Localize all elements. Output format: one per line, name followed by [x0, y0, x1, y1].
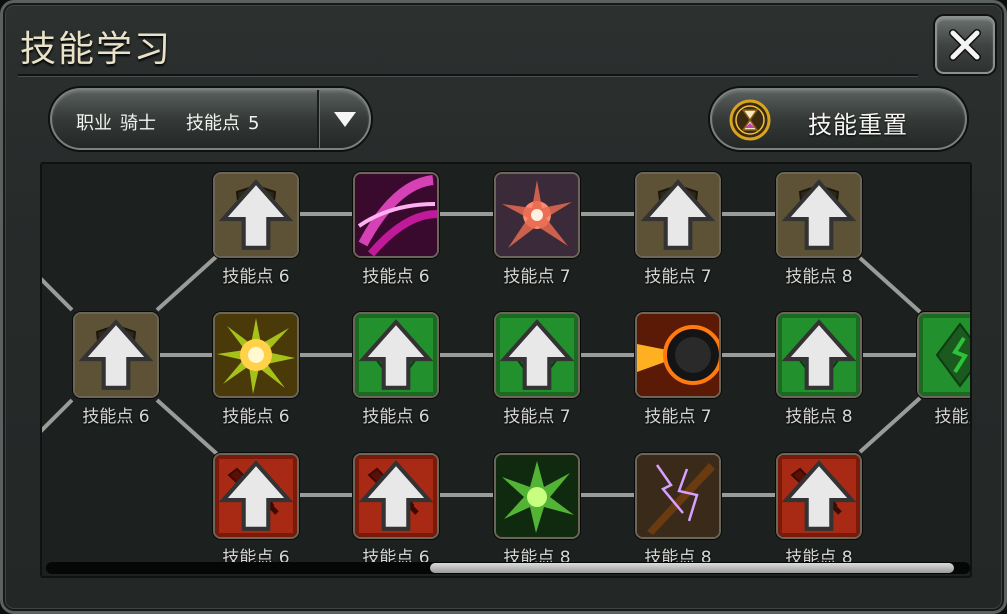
close-icon: [949, 29, 981, 61]
lightning-blade-icon: [637, 455, 719, 537]
skill-node[interactable]: [776, 172, 862, 258]
close-button[interactable]: [935, 16, 995, 74]
skill-node[interactable]: [776, 312, 862, 398]
pink-slash-icon: [355, 174, 437, 256]
skill-node[interactable]: [776, 453, 862, 539]
reset-skills-button[interactable]: 技能重置: [710, 88, 967, 150]
skill-node[interactable]: [213, 172, 299, 258]
skill-node[interactable]: [73, 312, 159, 398]
skill-points-label: 技能点: [186, 113, 240, 134]
class-selector[interactable]: 职业 骑士 技能点 5: [50, 88, 371, 150]
upgrade-arrow-icon: [499, 319, 575, 390]
hourglass-icon: [729, 99, 771, 141]
skill-cost-label: 技能点 7: [644, 267, 712, 287]
upgrade-arrow-icon: [358, 319, 434, 390]
fire-shield-icon: [637, 314, 719, 396]
skill-cost-label: 技能点 8: [785, 267, 853, 287]
class-value: 骑士: [120, 113, 156, 134]
upgrade-arrow-icon: [218, 179, 294, 250]
upgrade-arrow-icon: [78, 319, 154, 390]
skill-node[interactable]: [494, 172, 580, 258]
skill-node[interactable]: [635, 312, 721, 398]
scrollbar-thumb[interactable]: [430, 563, 954, 573]
upgrade-arrow-icon: [218, 460, 294, 531]
skill-cost-label: 技能点 6: [82, 407, 150, 427]
skill-node[interactable]: [494, 312, 580, 398]
upgrade-arrow-icon: [781, 179, 857, 250]
skill-node[interactable]: [494, 453, 580, 539]
upgrade-arrow-icon: [781, 319, 857, 390]
horizontal-scrollbar[interactable]: [46, 562, 970, 574]
title-divider: [18, 74, 918, 77]
class-label: 职业: [76, 113, 112, 134]
skill-node[interactable]: [917, 312, 970, 398]
upgrade-arrow-icon: [640, 179, 716, 250]
skill-points-value: 5: [248, 113, 260, 134]
nature-burst-icon: [496, 455, 578, 537]
skill-cost-label: 技能点 7: [503, 267, 571, 287]
class-info: 职业 骑士 技能点 5: [76, 109, 267, 135]
skill-cost-label: 技能点 6: [222, 407, 290, 427]
skill-cost-label: 技能点: [934, 407, 971, 427]
upgrade-arrow-icon: [781, 460, 857, 531]
skill-node[interactable]: [213, 453, 299, 539]
flame-burst-icon: [496, 174, 578, 256]
skill-node[interactable]: [635, 453, 721, 539]
reset-skills-label: 技能重置: [808, 111, 908, 139]
selector-divider: [317, 90, 320, 148]
skill-cost-label: 技能点 7: [503, 407, 571, 427]
skill-cost-label: 技能点 8: [785, 407, 853, 427]
skill-cost-label: 技能点 7: [644, 407, 712, 427]
holy-light-icon: [215, 314, 297, 396]
skill-node[interactable]: [213, 312, 299, 398]
skill-node[interactable]: [353, 453, 439, 539]
skill-cost-label: 技能点 6: [362, 407, 430, 427]
skill-node[interactable]: [353, 312, 439, 398]
skill-cost-label: 技能点 6: [362, 267, 430, 287]
green-rune-icon: [919, 314, 970, 396]
skill-cost-label: 技能点 6: [222, 267, 290, 287]
skill-tree-panel[interactable]: 技能点 6 技能点 6 技能点 7 技能点 7 技能点 8 技能点 6 技能点 …: [40, 162, 972, 578]
skill-node[interactable]: [353, 172, 439, 258]
skill-node[interactable]: [635, 172, 721, 258]
dropdown-arrow-icon[interactable]: [334, 112, 356, 127]
window-title: 技能学习: [20, 29, 173, 70]
upgrade-arrow-icon: [358, 460, 434, 531]
